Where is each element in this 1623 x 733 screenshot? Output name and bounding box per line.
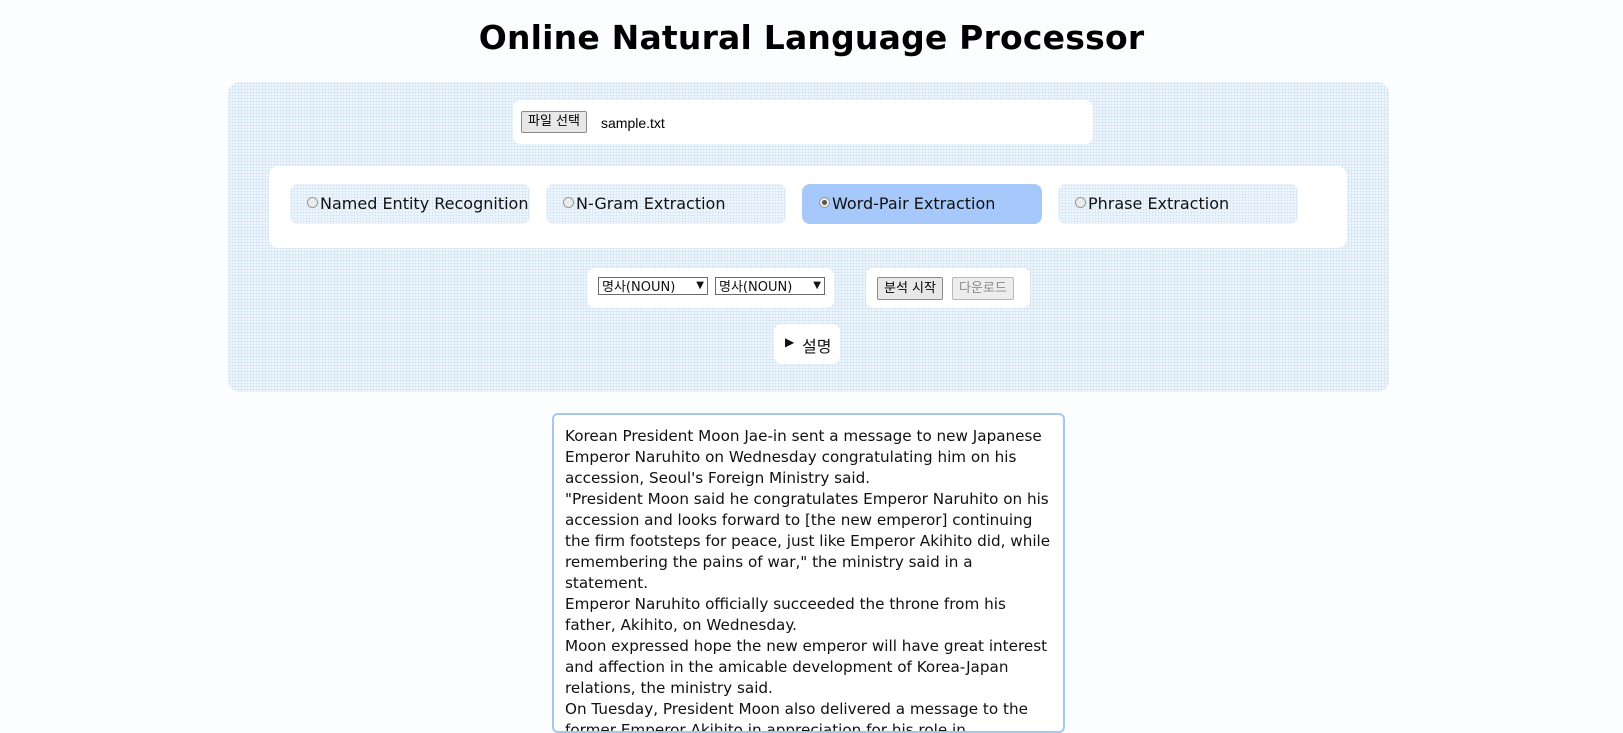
radio-button[interactable] [563,197,574,208]
action-buttons: 분석 시작 다운로드 [866,268,1030,308]
radio-button[interactable] [307,197,318,208]
choose-file-button[interactable]: 파일 선택 [521,111,587,133]
pos-selectors: 명사(NOUN) ▼ 명사(NOUN) ▼ [587,268,834,308]
description-toggle[interactable]: ▶ 설명 [774,324,840,364]
option-label: Word-Pair Extraction [832,194,996,213]
first-pos-select[interactable]: 명사(NOUN) ▼ [598,277,708,295]
expand-triangle-icon: ▶ [785,335,795,349]
option-word-pair-extraction[interactable]: Word-Pair Extraction [802,184,1042,224]
option-label: N-Gram Extraction [576,194,726,213]
text-paragraph: On Tuesday, President Moon also delivere… [565,700,1028,733]
option-phrase-extraction[interactable]: Phrase Extraction [1058,184,1298,224]
radio-button[interactable] [1075,197,1086,208]
start-analysis-button[interactable]: 분석 시작 [877,277,943,300]
text-paragraph: Korean President Moon Jae-in sent a mess… [565,427,1042,487]
radio-button-checked[interactable] [819,197,830,208]
selected-file-name: sample.txt [601,115,665,131]
description-label: 설명 [802,337,832,356]
analysis-options: Named Entity Recognition N-Gram Extracti… [269,166,1347,248]
control-panel: 파일 선택 sample.txt Named Entity Recognitio… [228,82,1389,392]
dropdown-arrow-icon: ▼ [813,280,821,291]
page-title: Online Natural Language Processor [478,18,1145,57]
text-paragraph: Emperor Naruhito officially succeeded th… [565,595,1006,634]
select-value: 명사(NOUN) [602,280,676,295]
dropdown-arrow-icon: ▼ [696,280,704,291]
option-named-entity-recognition[interactable]: Named Entity Recognition [290,184,530,224]
file-picker: 파일 선택 sample.txt [513,100,1093,144]
select-value: 명사(NOUN) [719,280,793,295]
download-button[interactable]: 다운로드 [952,277,1014,300]
text-paragraph: Moon expressed hope the new emperor will… [565,637,1048,697]
option-label: Named Entity Recognition [320,194,529,213]
option-n-gram-extraction[interactable]: N-Gram Extraction [546,184,786,224]
text-paragraph: "President Moon said he congratulates Em… [565,490,1051,592]
input-text-area[interactable]: Korean President Moon Jae-in sent a mess… [552,413,1065,733]
option-label: Phrase Extraction [1088,194,1230,213]
second-pos-select[interactable]: 명사(NOUN) ▼ [715,277,825,295]
